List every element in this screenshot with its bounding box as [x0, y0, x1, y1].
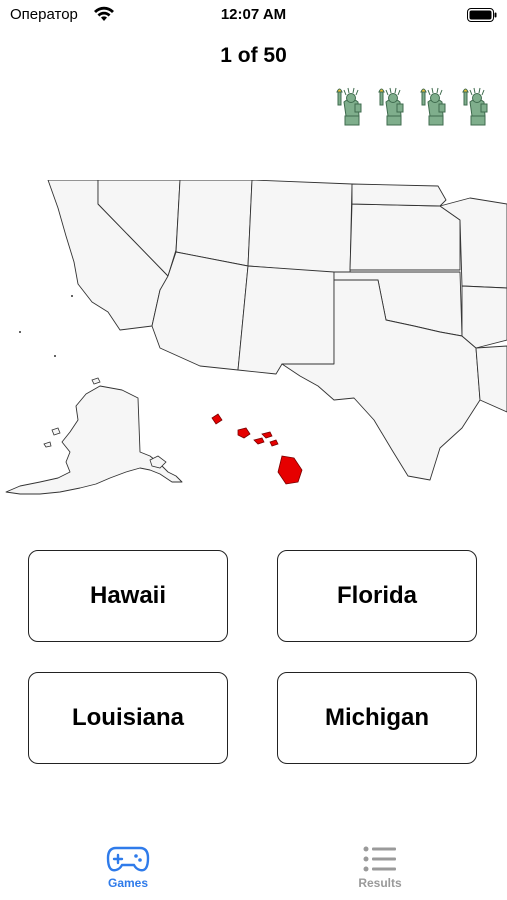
answer-button-florida[interactable]: Florida [277, 550, 477, 642]
gamepad-icon [106, 846, 150, 872]
us-map [5, 180, 507, 495]
state-kansas [349, 203, 461, 271]
answer-button-hawaii[interactable]: Hawaii [28, 550, 228, 642]
statue-of-liberty-icon [462, 87, 488, 126]
statue-of-liberty-icon [420, 87, 446, 126]
clock: 12:07 AM [220, 6, 287, 23]
tab-results-label: Results [358, 876, 402, 890]
lives-indicator [331, 86, 493, 126]
state-louisiana [475, 345, 507, 413]
state-arkansas [461, 285, 507, 349]
answer-button-michigan[interactable]: Michigan [277, 672, 477, 764]
state-colorado [247, 180, 353, 275]
question-progress: 1 of 50 [220, 44, 287, 67]
state-new-mexico [237, 265, 335, 375]
state-utah [175, 180, 253, 267]
list-icon [363, 846, 396, 872]
state-alaska [5, 385, 183, 495]
tab-games[interactable]: Games [68, 830, 188, 900]
battery-icon [467, 8, 497, 22]
answer-button-louisiana[interactable]: Louisiana [28, 672, 228, 764]
statue-of-liberty-icon [378, 87, 404, 126]
tab-games-label: Games [107, 876, 149, 890]
statue-of-liberty-icon [336, 87, 362, 126]
tab-bar: Games Results [0, 830, 507, 900]
state-nebraska [351, 183, 447, 207]
tab-results[interactable]: Results [320, 830, 440, 900]
state-hawaii-highlighted [211, 413, 303, 485]
answer-grid: Hawaii Florida Louisiana Michigan [28, 550, 480, 766]
status-bar: Оператор 12:07 AM [0, 0, 507, 30]
